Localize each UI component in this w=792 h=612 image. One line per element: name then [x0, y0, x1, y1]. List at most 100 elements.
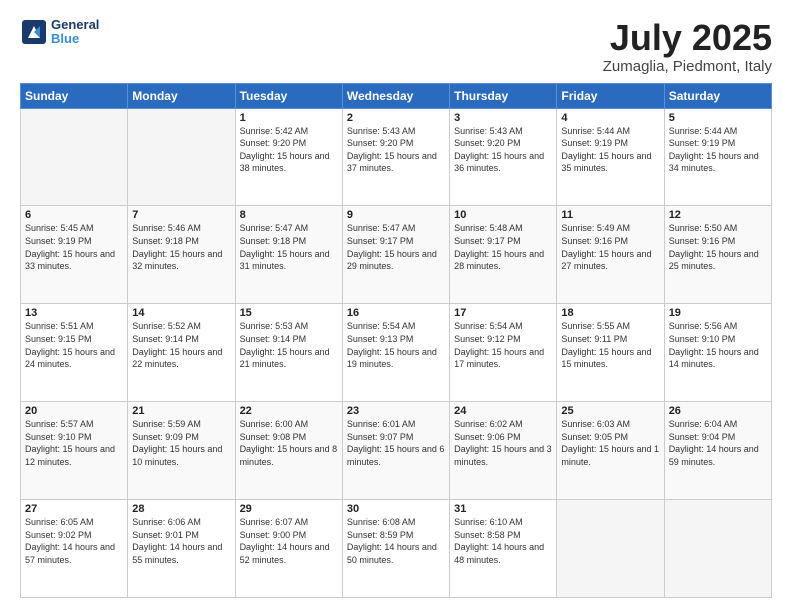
day-info: Sunrise: 5:43 AMSunset: 9:20 PMDaylight:… — [347, 125, 445, 175]
day-number: 28 — [132, 503, 230, 515]
day-number: 20 — [25, 405, 123, 417]
weekday-header-monday: Monday — [128, 83, 235, 108]
weekday-header-friday: Friday — [557, 83, 664, 108]
empty-cell — [664, 500, 771, 598]
day-info: Sunrise: 5:49 AMSunset: 9:16 PMDaylight:… — [561, 222, 659, 272]
calendar-table: SundayMondayTuesdayWednesdayThursdayFrid… — [20, 83, 772, 598]
day-cell-28: 28Sunrise: 6:06 AMSunset: 9:01 PMDayligh… — [128, 500, 235, 598]
day-number: 19 — [669, 307, 767, 319]
main-title: July 2025 — [603, 18, 772, 58]
day-cell-27: 27Sunrise: 6:05 AMSunset: 9:02 PMDayligh… — [21, 500, 128, 598]
calendar-header-row: SundayMondayTuesdayWednesdayThursdayFrid… — [21, 83, 772, 108]
day-cell-31: 31Sunrise: 6:10 AMSunset: 8:58 PMDayligh… — [450, 500, 557, 598]
calendar-row-3: 13Sunrise: 5:51 AMSunset: 9:15 PMDayligh… — [21, 304, 772, 402]
day-number: 18 — [561, 307, 659, 319]
day-number: 1 — [240, 112, 338, 124]
day-info: Sunrise: 5:44 AMSunset: 9:19 PMDaylight:… — [669, 125, 767, 175]
day-number: 15 — [240, 307, 338, 319]
day-cell-25: 25Sunrise: 6:03 AMSunset: 9:05 PMDayligh… — [557, 402, 664, 500]
day-number: 10 — [454, 209, 552, 221]
title-block: July 2025 Zumaglia, Piedmont, Italy — [603, 18, 772, 75]
day-info: Sunrise: 5:52 AMSunset: 9:14 PMDaylight:… — [132, 320, 230, 370]
logo-icon — [20, 18, 48, 46]
day-number: 27 — [25, 503, 123, 515]
day-cell-5: 5Sunrise: 5:44 AMSunset: 9:19 PMDaylight… — [664, 108, 771, 206]
day-info: Sunrise: 6:08 AMSunset: 8:59 PMDaylight:… — [347, 516, 445, 566]
day-number: 23 — [347, 405, 445, 417]
day-cell-30: 30Sunrise: 6:08 AMSunset: 8:59 PMDayligh… — [342, 500, 449, 598]
day-number: 5 — [669, 112, 767, 124]
day-cell-13: 13Sunrise: 5:51 AMSunset: 9:15 PMDayligh… — [21, 304, 128, 402]
day-cell-7: 7Sunrise: 5:46 AMSunset: 9:18 PMDaylight… — [128, 206, 235, 304]
subtitle: Zumaglia, Piedmont, Italy — [603, 58, 772, 75]
day-number: 16 — [347, 307, 445, 319]
day-number: 9 — [347, 209, 445, 221]
day-info: Sunrise: 5:44 AMSunset: 9:19 PMDaylight:… — [561, 125, 659, 175]
day-number: 4 — [561, 112, 659, 124]
day-number: 21 — [132, 405, 230, 417]
day-cell-17: 17Sunrise: 5:54 AMSunset: 9:12 PMDayligh… — [450, 304, 557, 402]
weekday-header-wednesday: Wednesday — [342, 83, 449, 108]
day-cell-3: 3Sunrise: 5:43 AMSunset: 9:20 PMDaylight… — [450, 108, 557, 206]
page: General Blue July 2025 Zumaglia, Piedmon… — [0, 0, 792, 612]
day-info: Sunrise: 5:47 AMSunset: 9:18 PMDaylight:… — [240, 222, 338, 272]
day-info: Sunrise: 5:47 AMSunset: 9:17 PMDaylight:… — [347, 222, 445, 272]
day-number: 11 — [561, 209, 659, 221]
day-cell-24: 24Sunrise: 6:02 AMSunset: 9:06 PMDayligh… — [450, 402, 557, 500]
day-info: Sunrise: 6:06 AMSunset: 9:01 PMDaylight:… — [132, 516, 230, 566]
day-cell-10: 10Sunrise: 5:48 AMSunset: 9:17 PMDayligh… — [450, 206, 557, 304]
day-number: 3 — [454, 112, 552, 124]
day-cell-26: 26Sunrise: 6:04 AMSunset: 9:04 PMDayligh… — [664, 402, 771, 500]
day-cell-19: 19Sunrise: 5:56 AMSunset: 9:10 PMDayligh… — [664, 304, 771, 402]
day-number: 12 — [669, 209, 767, 221]
day-number: 17 — [454, 307, 552, 319]
day-info: Sunrise: 5:55 AMSunset: 9:11 PMDaylight:… — [561, 320, 659, 370]
day-info: Sunrise: 6:10 AMSunset: 8:58 PMDaylight:… — [454, 516, 552, 566]
calendar-row-1: 1Sunrise: 5:42 AMSunset: 9:20 PMDaylight… — [21, 108, 772, 206]
day-number: 7 — [132, 209, 230, 221]
day-info: Sunrise: 6:01 AMSunset: 9:07 PMDaylight:… — [347, 418, 445, 468]
day-cell-2: 2Sunrise: 5:43 AMSunset: 9:20 PMDaylight… — [342, 108, 449, 206]
weekday-header-tuesday: Tuesday — [235, 83, 342, 108]
day-info: Sunrise: 5:56 AMSunset: 9:10 PMDaylight:… — [669, 320, 767, 370]
empty-cell — [557, 500, 664, 598]
logo: General Blue — [20, 18, 99, 47]
calendar-row-2: 6Sunrise: 5:45 AMSunset: 9:19 PMDaylight… — [21, 206, 772, 304]
day-info: Sunrise: 5:54 AMSunset: 9:12 PMDaylight:… — [454, 320, 552, 370]
day-info: Sunrise: 6:04 AMSunset: 9:04 PMDaylight:… — [669, 418, 767, 468]
day-number: 26 — [669, 405, 767, 417]
day-info: Sunrise: 5:51 AMSunset: 9:15 PMDaylight:… — [25, 320, 123, 370]
day-number: 24 — [454, 405, 552, 417]
day-number: 13 — [25, 307, 123, 319]
day-number: 29 — [240, 503, 338, 515]
day-number: 25 — [561, 405, 659, 417]
day-cell-1: 1Sunrise: 5:42 AMSunset: 9:20 PMDaylight… — [235, 108, 342, 206]
day-info: Sunrise: 5:59 AMSunset: 9:09 PMDaylight:… — [132, 418, 230, 468]
header: General Blue July 2025 Zumaglia, Piedmon… — [20, 18, 772, 75]
day-info: Sunrise: 5:43 AMSunset: 9:20 PMDaylight:… — [454, 125, 552, 175]
day-cell-20: 20Sunrise: 5:57 AMSunset: 9:10 PMDayligh… — [21, 402, 128, 500]
day-info: Sunrise: 5:46 AMSunset: 9:18 PMDaylight:… — [132, 222, 230, 272]
day-cell-18: 18Sunrise: 5:55 AMSunset: 9:11 PMDayligh… — [557, 304, 664, 402]
logo-text: General Blue — [51, 18, 99, 47]
day-number: 2 — [347, 112, 445, 124]
day-info: Sunrise: 5:57 AMSunset: 9:10 PMDaylight:… — [25, 418, 123, 468]
day-cell-21: 21Sunrise: 5:59 AMSunset: 9:09 PMDayligh… — [128, 402, 235, 500]
day-number: 8 — [240, 209, 338, 221]
day-info: Sunrise: 6:03 AMSunset: 9:05 PMDaylight:… — [561, 418, 659, 468]
day-cell-9: 9Sunrise: 5:47 AMSunset: 9:17 PMDaylight… — [342, 206, 449, 304]
day-info: Sunrise: 5:50 AMSunset: 9:16 PMDaylight:… — [669, 222, 767, 272]
day-cell-8: 8Sunrise: 5:47 AMSunset: 9:18 PMDaylight… — [235, 206, 342, 304]
calendar-row-5: 27Sunrise: 6:05 AMSunset: 9:02 PMDayligh… — [21, 500, 772, 598]
day-cell-6: 6Sunrise: 5:45 AMSunset: 9:19 PMDaylight… — [21, 206, 128, 304]
day-number: 31 — [454, 503, 552, 515]
day-info: Sunrise: 6:07 AMSunset: 9:00 PMDaylight:… — [240, 516, 338, 566]
day-cell-11: 11Sunrise: 5:49 AMSunset: 9:16 PMDayligh… — [557, 206, 664, 304]
weekday-header-saturday: Saturday — [664, 83, 771, 108]
day-number: 6 — [25, 209, 123, 221]
day-number: 22 — [240, 405, 338, 417]
day-info: Sunrise: 5:42 AMSunset: 9:20 PMDaylight:… — [240, 125, 338, 175]
day-info: Sunrise: 5:53 AMSunset: 9:14 PMDaylight:… — [240, 320, 338, 370]
day-cell-4: 4Sunrise: 5:44 AMSunset: 9:19 PMDaylight… — [557, 108, 664, 206]
day-number: 30 — [347, 503, 445, 515]
